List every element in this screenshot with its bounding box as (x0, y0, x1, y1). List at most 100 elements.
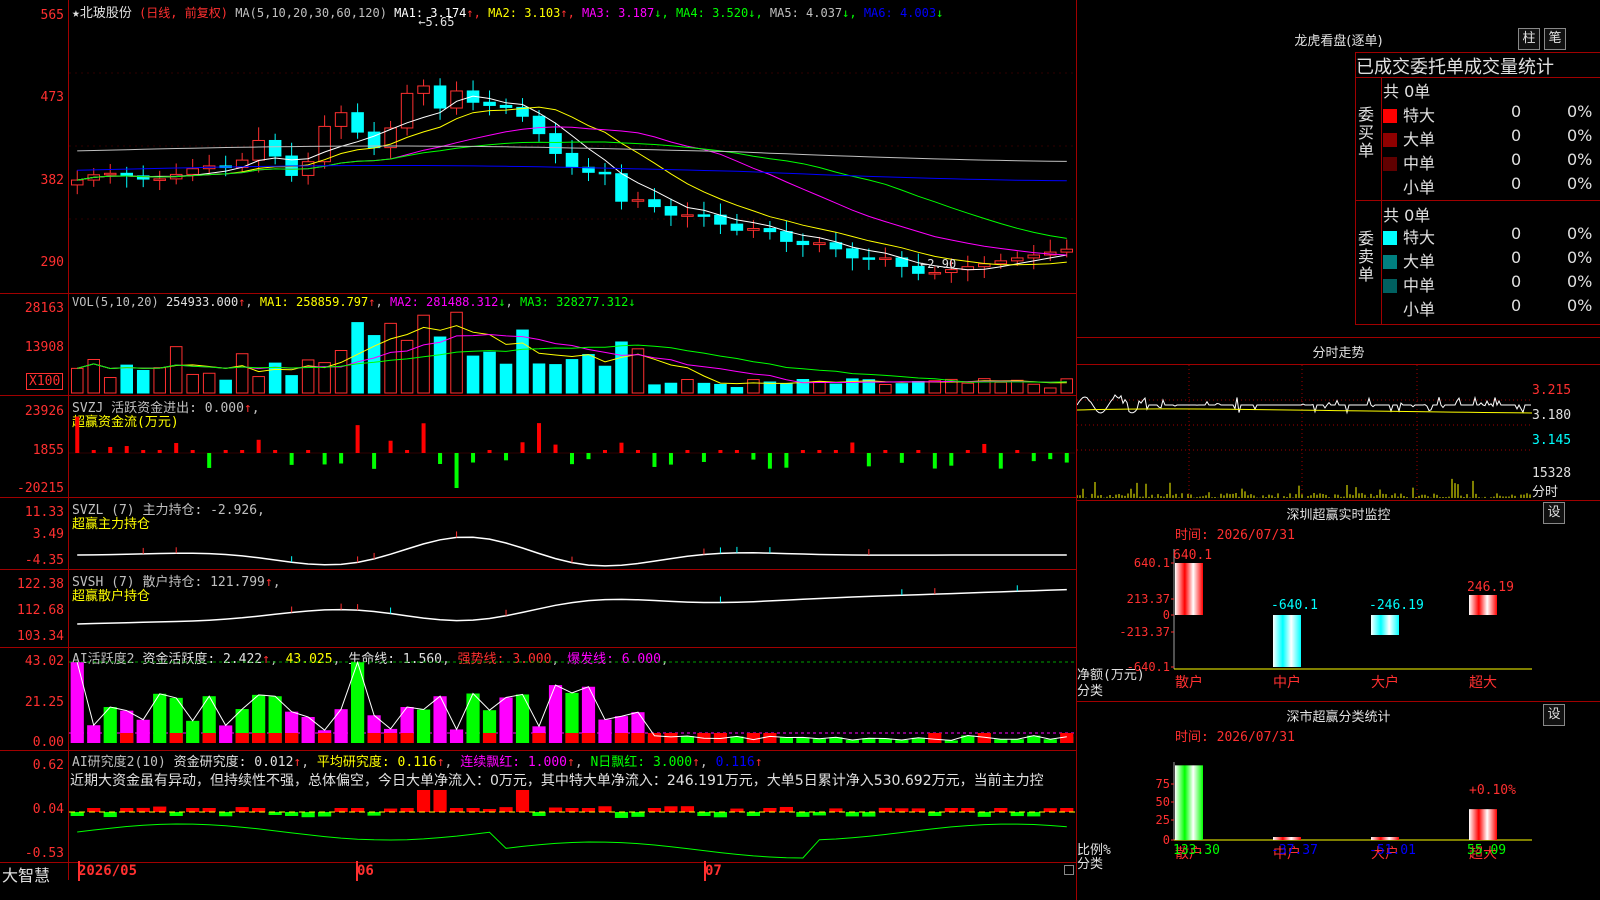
intraday-panel[interactable]: 分时走势 3.215 3.180 3.145 15328 分时 (1077, 338, 1600, 501)
bar-mode-button[interactable]: 柱 (1518, 28, 1540, 50)
flow-bar (306, 450, 311, 453)
lock-icon[interactable] (1064, 865, 1074, 875)
stroke-mode-button[interactable]: 笔 (1544, 28, 1566, 50)
activity-base (928, 733, 942, 743)
research-bar (367, 812, 381, 816)
dragon-tabs[interactable]: 已成交委托单成交量统计 (1355, 52, 1600, 78)
flow-bar (174, 443, 179, 453)
volume-bar (235, 353, 249, 394)
flow-bar (75, 416, 80, 453)
svzl-axis-label: 11.33 (24, 505, 64, 520)
flow-bar (1015, 450, 1020, 453)
axis-tick: 640.1 (1134, 556, 1170, 570)
order-pct: 0% (1567, 296, 1593, 315)
research-bar (235, 807, 249, 812)
dragon-panel[interactable]: 龙虎看盘(逐单) 柱 笔 已成交委托单成交量统计 委买单 共 0单 特大 0 0% 大… (1077, 0, 1600, 338)
intraday-chart (1077, 365, 1532, 500)
order-type: 特大 (1403, 228, 1436, 247)
research-bar (153, 806, 167, 812)
order-count: 0 (1511, 272, 1522, 291)
activity-bar (219, 725, 233, 743)
candle (252, 139, 265, 161)
activity-bar (70, 662, 84, 743)
value-bar (1273, 615, 1301, 667)
ai2-axis-label: -0.53 (24, 846, 64, 861)
sz-class-panel[interactable]: 深市超赢分类统计 设 时间: 2026/07/31 75 50 25 0 比例% 分类 散户… (1077, 702, 1600, 900)
research-bar (944, 808, 958, 812)
ai1-axis-label: 0.00 (32, 735, 64, 750)
candle (103, 172, 117, 176)
flow-bar (520, 442, 525, 453)
flow-bar (289, 453, 294, 465)
svzl-axis-label: 3.49 (32, 527, 64, 542)
chart-area[interactable]: 565 473 382 290 ★北玻股份 (日线, 前复权) MA(5,10,… (0, 0, 1077, 900)
flow-bar (537, 423, 542, 453)
axis-title: 净额(万元) (1077, 668, 1145, 683)
activity-bar (1043, 739, 1057, 743)
research-line (77, 823, 1067, 859)
flow-bar (850, 442, 855, 453)
candle (70, 179, 84, 186)
flow-bar (91, 450, 96, 453)
flow-bar (504, 453, 509, 461)
intraday-avg-line (1077, 408, 1532, 414)
volume-bar (648, 384, 661, 394)
research-bar (532, 812, 546, 816)
svsh-axis-label: 112.68 (17, 603, 64, 618)
volume-bar (796, 379, 810, 394)
volume-bar (285, 375, 298, 394)
volume-bar (186, 373, 199, 394)
price-panel[interactable]: 565 473 382 290 ★北玻股份 (日线, 前复权) MA(5,10,… (0, 0, 1076, 294)
svzl-line (77, 531, 1067, 567)
activity-bar (994, 739, 1008, 743)
volume-bar (334, 350, 348, 394)
volume-bar (532, 363, 546, 394)
svzl-panel[interactable]: 11.33 3.49 -4.35 SVZL (7) 主力持仓: -2.926, … (0, 497, 1076, 570)
flow-bar (355, 425, 360, 453)
activity-base (532, 733, 546, 743)
order-count: 0 (1511, 174, 1522, 193)
flow-bar (800, 450, 805, 453)
svsh-panel[interactable]: 122.38 112.68 103.34 SVSH (7) 散户持仓: 121.… (0, 569, 1076, 648)
activity-bar (779, 737, 793, 743)
volume-bar (169, 346, 183, 394)
volume-bar (994, 381, 1008, 394)
research-bar (730, 808, 744, 812)
flow-bar (190, 450, 195, 453)
volume-bar (136, 369, 150, 394)
flow-bar (487, 450, 492, 453)
volume-bar (582, 354, 595, 394)
order-pct: 0% (1567, 174, 1593, 193)
order-row: 小单 0 0% (1383, 296, 1598, 320)
order-row: 中单 0 0% (1383, 150, 1598, 174)
ma-line (77, 95, 1067, 271)
intraday-volume: 15328 (1532, 466, 1572, 481)
svzj-panel[interactable]: 23926 1855 -20215 SVZJ 活跃资金进出: 0.000↑, 超… (0, 395, 1076, 498)
order-pct: 0% (1567, 126, 1593, 145)
activity-base (614, 733, 629, 743)
candle (483, 101, 496, 106)
ai-activity-bars (69, 660, 1075, 743)
candle (796, 240, 810, 246)
research-bar (136, 807, 150, 812)
ai2-axis-label: 0.62 (32, 758, 64, 773)
candle (813, 242, 826, 246)
activity-base (664, 733, 678, 743)
order-count: 0 (1511, 126, 1522, 145)
volume-bar (103, 377, 117, 394)
value-label: -37.37 (1271, 843, 1318, 858)
volume-bar (598, 365, 612, 394)
buy-total: 共 0单 (1383, 82, 1431, 101)
research-bar (862, 812, 876, 817)
svzj-axis-label: -20215 (17, 481, 64, 496)
ai-activity-panel[interactable]: 43.02 21.25 0.00 AI活跃度2 资金活跃度: 2.422↑, 4… (0, 647, 1076, 751)
flow-bar (817, 450, 822, 453)
candle (351, 112, 364, 133)
activity-base (565, 733, 579, 743)
intraday-title: 分时走势 (1312, 346, 1365, 361)
activity-base (581, 733, 596, 743)
price-axis-label: 473 (40, 90, 64, 105)
sz-monitor-panel[interactable]: 深圳超赢实时监控 设 时间: 2026/07/31 640.1 213.37 0 -2… (1077, 501, 1600, 702)
ai-research-panel[interactable]: 0.62 0.04 -0.53 AI研究度2(10) 资金研究度: 0.012↑… (0, 750, 1076, 863)
volume-panel[interactable]: 28163 13908 X100 VOL(5,10,20) 254933.000… (0, 293, 1076, 396)
